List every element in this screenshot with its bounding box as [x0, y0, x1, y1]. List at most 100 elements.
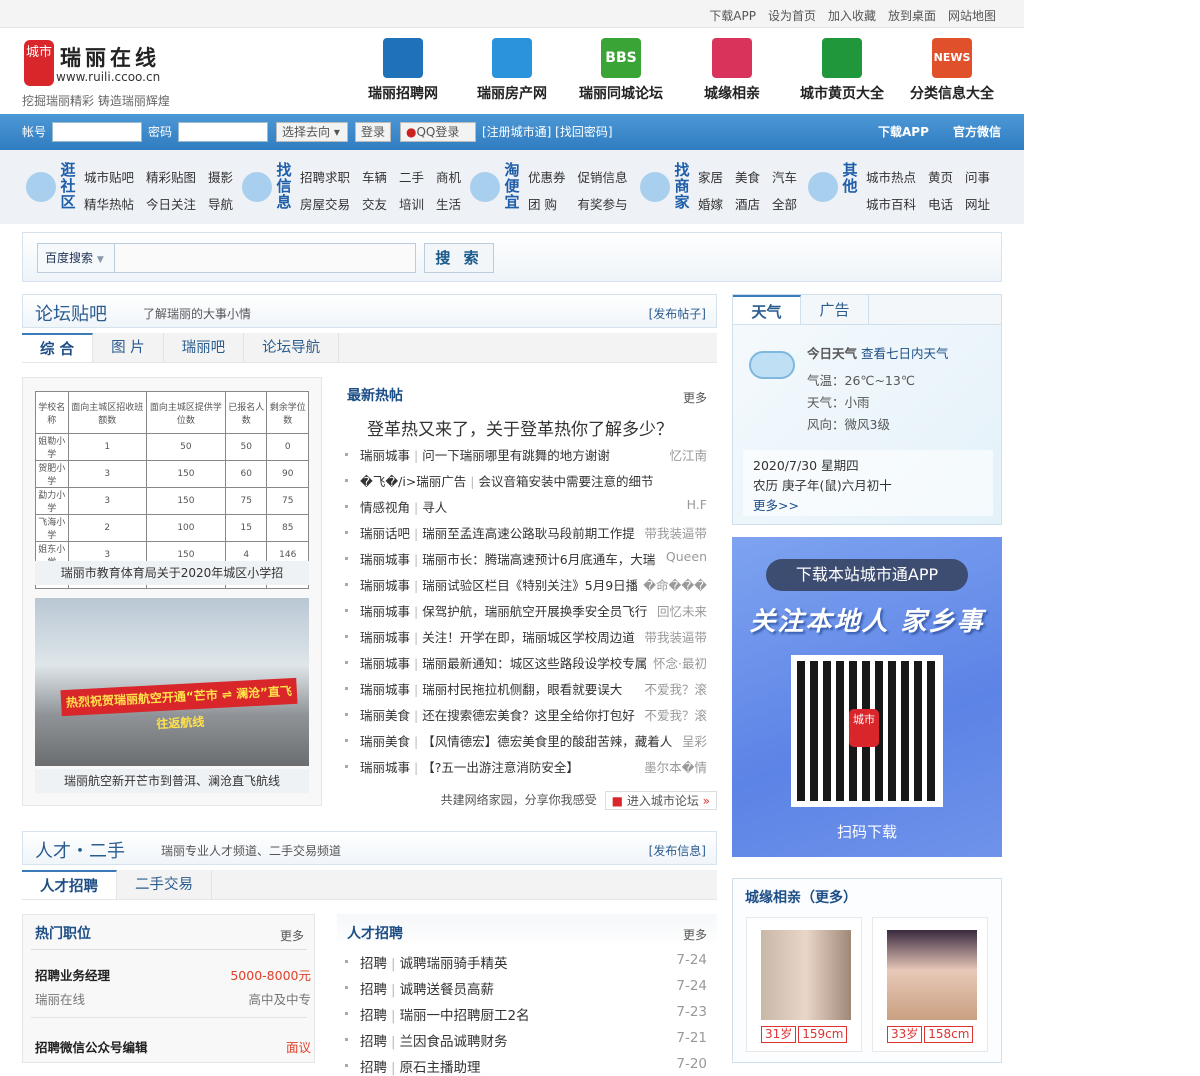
search-input[interactable] — [114, 243, 416, 273]
more-link[interactable]: 更多 — [683, 926, 707, 943]
headline-link[interactable]: 登革热又来了，关于登革热你了解多少？ — [367, 415, 673, 440]
tab[interactable]: 综 合 — [22, 333, 94, 362]
nav-link[interactable]: 精彩贴图 — [146, 167, 196, 186]
recruit-text[interactable]: 诚聘送餐员高薪 — [400, 982, 495, 998]
post-item[interactable]: 瑞丽城事 | 瑞丽试验区栏目《特别关注》5月9日播 �命��� — [345, 575, 707, 594]
channel-bbs[interactable]: BBS 瑞丽同城论坛 — [566, 38, 676, 103]
post-author[interactable]: 回忆未来 — [657, 601, 707, 620]
nav-link[interactable]: 优惠券 — [528, 167, 566, 186]
recruit-item[interactable]: 招聘 | 诚聘瑞丽骑手精英 7-24 — [345, 952, 707, 972]
post-text[interactable]: 还在搜索德宏美食？这里全给你打包好 — [422, 708, 635, 723]
post-category[interactable]: 瑞丽美食 — [360, 708, 410, 723]
tab[interactable]: 图 片 — [93, 333, 164, 362]
more-link[interactable]: 更多 — [683, 389, 707, 406]
post-item[interactable]: 瑞丽城事 | 问一下瑞丽哪里有跳舞的地方谢谢 忆江南 — [345, 445, 707, 464]
nav-link[interactable]: 车辆 — [362, 167, 387, 186]
recruit-item[interactable]: 招聘 | 原石主播助理 7-20 — [345, 1056, 707, 1076]
nav-link[interactable]: 城市贴吧 — [84, 167, 134, 186]
image-caption[interactable]: 瑞丽市教育体育局关于2020年城区小学招 — [35, 561, 309, 585]
post-item[interactable]: 瑞丽城事 | 【?五一出游注意消防安全】 墨尔本�情 — [345, 757, 707, 776]
recruit-title[interactable]: 招聘 | 诚聘瑞丽骑手精英 — [360, 952, 670, 972]
post-text[interactable]: 瑞丽试验区栏目《特别关注》5月9日播 — [422, 578, 637, 593]
nav-link[interactable]: 房屋交易 — [300, 194, 350, 213]
job-item[interactable]: 招聘微信公众号编辑 面议 — [35, 1037, 311, 1056]
search-engine-select[interactable]: 百度搜索 ▼ — [37, 243, 115, 273]
app-download-ad[interactable]: 下载本站城市通APP 关注本地人 家乡事 城市 扫码下载 — [732, 537, 1002, 857]
post-category[interactable]: 瑞丽城事 — [360, 760, 410, 775]
profile-photo[interactable] — [887, 930, 977, 1020]
nav-link[interactable]: 城市热点 — [866, 167, 916, 186]
nav-link[interactable]: 培训 — [399, 194, 424, 213]
recruit-item[interactable]: 招聘 | 诚聘送餐员高薪 7-24 — [345, 978, 707, 998]
post-title[interactable]: 瑞丽城事 | 瑞丽最新通知：城区这些路段设学校专属 — [360, 653, 647, 672]
nav-link[interactable]: 交友 — [362, 194, 387, 213]
logo-mark[interactable]: 城市 — [24, 40, 54, 86]
destination-select[interactable]: 选择去向 ▾ — [276, 122, 348, 142]
post-category[interactable]: 瑞丽城事 — [360, 448, 410, 463]
job-name[interactable]: 招聘微信公众号编辑 — [35, 1037, 148, 1056]
official-wechat-link[interactable]: 官方微信 — [953, 123, 1001, 140]
job-item[interactable]: 招聘业务经理 5000-8000元 — [35, 965, 311, 984]
top-link[interactable]: 网站地图 — [948, 7, 996, 24]
nav-link[interactable]: 生活 — [436, 194, 461, 213]
nav-link[interactable]: 电话 — [928, 194, 953, 213]
nav-link[interactable]: 商机 — [436, 167, 461, 186]
post-category[interactable]: 瑞丽话吧 — [360, 526, 410, 541]
post-author[interactable]: H.F — [687, 497, 707, 516]
nav-link[interactable]: 今日关注 — [146, 194, 196, 213]
nav-group-title[interactable]: 逛社区 — [60, 162, 76, 213]
qq-login-button[interactable]: ●QQ登录 — [400, 122, 476, 142]
recruit-text[interactable]: 原石主播助理 — [400, 1060, 481, 1076]
post-text[interactable]: 关注！开学在即，瑞丽城区学校周边道 — [422, 630, 635, 645]
recruit-text[interactable]: 诚聘瑞丽骑手精英 — [400, 956, 508, 972]
tab[interactable]: 论坛导航 — [244, 333, 340, 362]
post-text[interactable]: 寻人 — [422, 500, 447, 515]
nav-link[interactable]: 招聘求职 — [300, 167, 350, 186]
search-button[interactable]: 搜 索 — [424, 243, 494, 273]
job-name[interactable]: 招聘业务经理 — [35, 965, 110, 984]
tab-ad[interactable]: 广告 — [801, 295, 869, 324]
more-link[interactable]: 更多 — [280, 927, 304, 944]
school-table-image[interactable]: 学校名称 面向主城区招收班额数 面向主城区提供学位数 已报名人数 剩余学位数 姐勒小学 1 5… — [35, 391, 309, 589]
more-link[interactable]: 更多>> — [753, 496, 983, 516]
recruit-text[interactable]: 瑞丽一中招聘厨工2名 — [400, 1008, 530, 1024]
top-link[interactable]: 加入收藏 — [828, 7, 876, 24]
post-item[interactable]: 瑞丽城事 | 瑞丽村民拖拉机侧翻，眼看就要误大 不爱我？滚 — [345, 679, 707, 698]
post-info-link[interactable]: [发布信息] — [649, 842, 706, 859]
nav-group-title[interactable]: 其他 — [842, 162, 858, 213]
recruit-title[interactable]: 招聘 | 瑞丽一中招聘厨工2名 — [360, 1004, 670, 1024]
airline-photo[interactable]: 热烈祝贺瑞丽航空开通“芒市 ⇌ 澜沧”直飞往返航线 — [35, 598, 309, 766]
post-text[interactable]: 会议音箱安装中需要注意的细节 — [479, 474, 654, 489]
recruit-text[interactable]: 兰因食品诚聘财务 — [400, 1034, 508, 1050]
nav-link[interactable]: 家居 — [698, 167, 723, 186]
nav-link[interactable]: 汽车 — [772, 167, 797, 186]
download-app-link[interactable]: 下载APP — [878, 123, 929, 140]
channel-news[interactable]: NEWS 分类信息大全 — [897, 38, 1007, 103]
channel-phone[interactable]: 城市黄页大全 — [787, 38, 897, 103]
post-title[interactable]: 瑞丽城事 | 关注！开学在即，瑞丽城区学校周边道 — [360, 627, 638, 646]
post-author[interactable]: 不爱我？滚 — [644, 679, 707, 698]
nav-link[interactable]: 导航 — [208, 194, 233, 213]
nav-link[interactable]: 黄页 — [928, 167, 953, 186]
recruit-item[interactable]: 招聘 | 兰因食品诚聘财务 7-21 — [345, 1030, 707, 1050]
profile-card[interactable]: 33岁 158cm — [872, 917, 988, 1052]
nav-group-title[interactable]: 找商家 — [674, 162, 690, 213]
recruit-item[interactable]: 招聘 | 瑞丽一中招聘厨工2名 7-23 — [345, 1004, 707, 1024]
post-author[interactable]: Queen — [666, 549, 707, 568]
nav-group-title[interactable]: 淘便宜 — [504, 162, 520, 213]
post-item[interactable]: 情感视角 | 寻人 H.F — [345, 497, 707, 516]
nav-link[interactable]: 婚嫁 — [698, 194, 723, 213]
recruit-title[interactable]: 招聘 | 原石主播助理 — [360, 1056, 670, 1076]
post-title[interactable]: 瑞丽城事 | 问一下瑞丽哪里有跳舞的地方谢谢 — [360, 445, 663, 464]
post-author[interactable]: 墨尔本�情 — [644, 757, 707, 776]
post-title[interactable]: 瑞丽美食 | 还在搜索德宏美食？这里全给你打包好 — [360, 705, 638, 724]
post-author[interactable]: 呈彩 — [682, 731, 707, 750]
nav-link[interactable]: 有奖参与 — [578, 194, 628, 213]
seven-day-link[interactable]: 查看七日内天气 — [861, 346, 949, 361]
nav-group-title[interactable]: 找信息 — [276, 162, 292, 213]
post-text[interactable]: 【?五一出游注意消防安全】 — [422, 760, 579, 775]
top-link[interactable]: 设为首页 — [768, 7, 816, 24]
account-input[interactable] — [52, 122, 142, 142]
post-title[interactable]: 瑞丽城事 | 瑞丽村民拖拉机侧翻，眼看就要误大 — [360, 679, 638, 698]
post-author[interactable]: 带我装逼带 — [644, 523, 707, 542]
